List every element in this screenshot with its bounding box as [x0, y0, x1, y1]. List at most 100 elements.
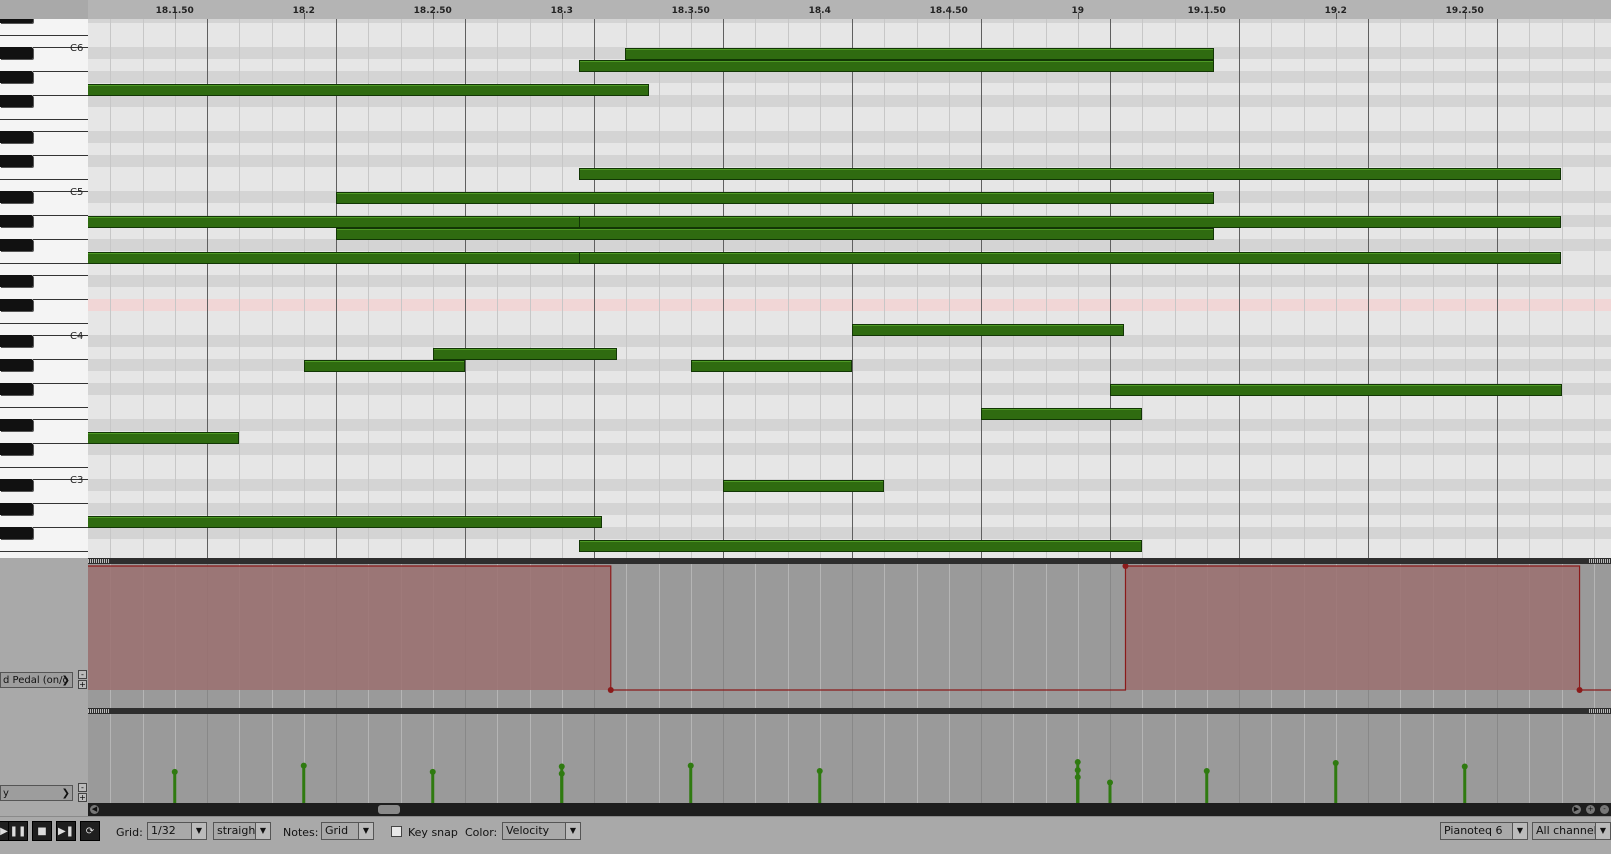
velocity-handle[interactable] [558, 763, 565, 770]
velocity-handle[interactable] [1461, 763, 1468, 770]
lane-add-button[interactable]: + [78, 793, 87, 802]
midi-note[interactable] [432, 348, 618, 360]
velocity-handle[interactable] [300, 762, 307, 769]
lane-minus-button[interactable]: - [78, 670, 87, 679]
stop-icon[interactable]: ■ [32, 821, 52, 841]
splitter-grip[interactable] [88, 709, 110, 713]
cc-envelope[interactable] [88, 564, 1611, 708]
midi-note[interactable] [690, 360, 852, 372]
pitch-row[interactable] [88, 395, 1611, 407]
black-key[interactable] [0, 479, 33, 491]
midi-note[interactable] [578, 60, 1215, 72]
black-key[interactable] [0, 527, 33, 539]
midi-note[interactable] [852, 324, 1125, 336]
black-key[interactable] [0, 383, 33, 395]
midi-note[interactable] [723, 480, 885, 492]
black-key[interactable] [0, 19, 33, 23]
velocity-lane[interactable] [88, 714, 1611, 803]
pitch-row[interactable] [88, 419, 1611, 431]
cc-point[interactable] [607, 687, 614, 693]
black-key[interactable] [0, 215, 33, 227]
piano-roll-grid[interactable] [88, 19, 1611, 558]
velocity-handle[interactable] [1107, 779, 1113, 786]
splitter-grip[interactable] [1589, 559, 1611, 563]
velocity-handle[interactable] [1332, 759, 1339, 766]
pitch-row[interactable] [88, 107, 1611, 119]
midi-note[interactable] [303, 360, 465, 372]
zoom-in-icon[interactable]: + [1586, 805, 1595, 814]
black-key[interactable] [0, 191, 33, 203]
pitch-row[interactable] [88, 467, 1611, 479]
velocity-handle[interactable] [816, 767, 823, 774]
pitch-row[interactable] [88, 287, 1611, 299]
swing-dropdown[interactable]: straight ▼ [213, 822, 271, 840]
midi-note[interactable] [88, 432, 240, 444]
cc-lane[interactable] [88, 564, 1611, 708]
pitch-row[interactable] [88, 143, 1611, 155]
scrollbar-thumb[interactable] [378, 805, 400, 814]
midi-note[interactable] [578, 168, 1562, 180]
loop-icon[interactable]: ⟳ [80, 821, 100, 841]
pitch-row[interactable] [88, 155, 1611, 167]
black-key[interactable] [0, 131, 33, 143]
midi-note[interactable] [88, 84, 650, 96]
timeline-ruler[interactable]: 18.1.50 18.2 18.2.50 18.3 18.3.50 18.4 18.4.50… [88, 0, 1611, 20]
pitch-row[interactable] [88, 131, 1611, 143]
cc-point[interactable] [1576, 687, 1583, 693]
black-key[interactable] [0, 443, 33, 455]
lane-add-button[interactable]: + [78, 680, 87, 689]
splitter-grip[interactable] [88, 559, 110, 563]
pitch-row[interactable] [88, 239, 1611, 251]
zoom-out-icon[interactable]: - [1600, 805, 1609, 814]
velocity-bars[interactable] [88, 714, 1611, 803]
black-key[interactable] [0, 275, 33, 287]
pitch-row[interactable] [88, 95, 1611, 107]
midi-note[interactable] [336, 192, 1215, 204]
skip-end-icon[interactable]: ▶❚ [56, 821, 76, 841]
key-snap-checkbox[interactable] [391, 826, 402, 837]
black-key[interactable] [0, 359, 33, 371]
velocity-handle[interactable] [1074, 767, 1081, 774]
pitch-row[interactable] [88, 299, 1611, 311]
piano-keyboard[interactable]: C6 C5 C4 C3 [0, 19, 89, 558]
velocity-handle[interactable] [1074, 759, 1081, 766]
pitch-row[interactable] [88, 527, 1611, 539]
pitch-row[interactable] [88, 551, 1611, 558]
pitch-row[interactable] [88, 335, 1611, 347]
pitch-row[interactable] [88, 275, 1611, 287]
velocity-handle[interactable] [687, 762, 694, 769]
velocity-handle[interactable] [429, 768, 436, 775]
pitch-row[interactable] [88, 263, 1611, 275]
black-key[interactable] [0, 47, 33, 59]
pitch-row[interactable] [88, 203, 1611, 215]
pitch-row[interactable] [88, 371, 1611, 383]
midi-note[interactable] [336, 228, 1215, 240]
pitch-row[interactable] [88, 455, 1611, 467]
pitch-row[interactable] [88, 347, 1611, 359]
pitch-row[interactable] [88, 179, 1611, 191]
velocity-lane-selector[interactable]: y ❯ [0, 785, 73, 801]
cc-lane-selector[interactable]: d Pedal (on/o ❯ [0, 672, 73, 688]
velocity-handle[interactable] [171, 768, 178, 775]
scroll-left-icon[interactable]: ◀ [90, 805, 99, 814]
pitch-row[interactable] [88, 443, 1611, 455]
pitch-row[interactable] [88, 491, 1611, 503]
black-key[interactable] [0, 95, 33, 107]
scroll-right-icon[interactable]: ▶ [1572, 805, 1581, 814]
channel-dropdown[interactable]: All channels ▼ [1532, 822, 1611, 840]
horizontal-scrollbar[interactable]: ◀ ▶ + - [88, 803, 1611, 816]
pause-icon[interactable]: ❚❚ [8, 821, 28, 841]
midi-note[interactable] [88, 252, 650, 264]
pitch-row[interactable] [88, 71, 1611, 83]
lane-minus-button[interactable]: - [78, 783, 87, 792]
velocity-handle[interactable] [558, 770, 565, 777]
pitch-row[interactable] [88, 503, 1611, 515]
midi-note[interactable] [578, 540, 1143, 552]
black-key[interactable] [0, 503, 33, 515]
splitter-grip[interactable] [1589, 709, 1611, 713]
midi-note[interactable] [578, 216, 1562, 228]
velocity-handle[interactable] [1074, 774, 1081, 781]
midi-note[interactable] [578, 252, 1562, 264]
pitch-row[interactable] [88, 23, 1611, 35]
midi-note[interactable] [1110, 384, 1562, 396]
